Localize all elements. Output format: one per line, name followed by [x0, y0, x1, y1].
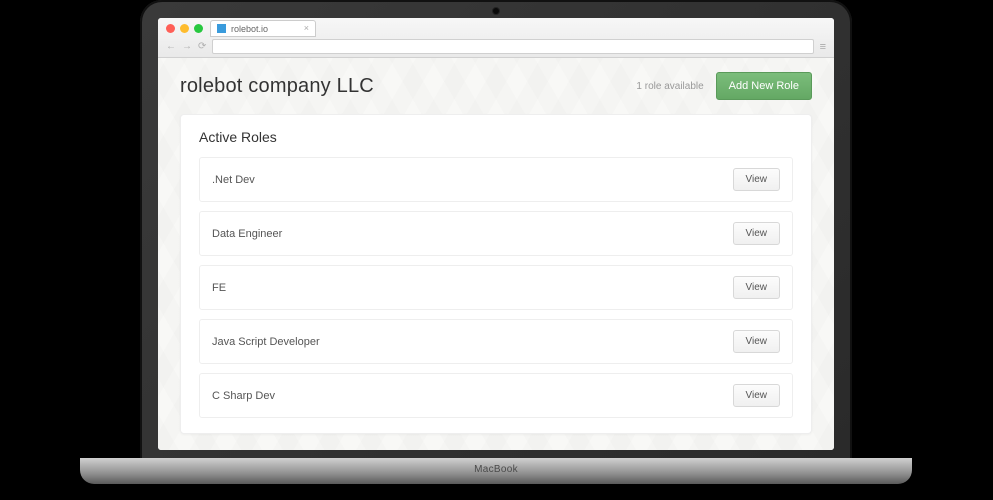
laptop-brand-label: MacBook [474, 464, 518, 475]
role-name: C Sharp Dev [212, 390, 275, 402]
favicon-icon [217, 24, 226, 33]
role-row: .Net Dev View [199, 157, 793, 202]
view-role-button[interactable]: View [733, 168, 781, 191]
minimize-window-icon[interactable] [180, 24, 189, 33]
close-window-icon[interactable] [166, 24, 175, 33]
role-name: Data Engineer [212, 228, 282, 240]
tab-title: rolebot.io [231, 24, 268, 34]
laptop-camera [493, 8, 499, 14]
role-name: FE [212, 282, 226, 294]
page-header: rolebot company LLC 1 role available Add… [180, 72, 812, 100]
laptop-frame: rolebot.io × ← → ⟳ ≡ rolebot company LLC… [140, 0, 852, 460]
laptop-base: MacBook [80, 458, 912, 484]
forward-icon[interactable]: → [182, 42, 192, 52]
page-content: rolebot company LLC 1 role available Add… [158, 58, 834, 450]
window-controls [166, 24, 203, 33]
back-icon[interactable]: ← [166, 42, 176, 52]
maximize-window-icon[interactable] [194, 24, 203, 33]
panel-title: Active Roles [199, 129, 793, 145]
role-name: .Net Dev [212, 174, 255, 186]
reload-icon[interactable]: ⟳ [198, 42, 206, 52]
role-row: Data Engineer View [199, 211, 793, 256]
tab-close-icon[interactable]: × [304, 24, 309, 33]
view-role-button[interactable]: View [733, 276, 781, 299]
laptop-screen: rolebot.io × ← → ⟳ ≡ rolebot company LLC… [158, 18, 834, 450]
browser-chrome: rolebot.io × ← → ⟳ ≡ [158, 18, 834, 58]
browser-tab[interactable]: rolebot.io × [210, 20, 316, 37]
role-row: Java Script Developer View [199, 319, 793, 364]
add-new-role-button[interactable]: Add New Role [716, 72, 812, 100]
view-role-button[interactable]: View [733, 384, 781, 407]
address-bar[interactable] [212, 39, 813, 54]
role-row: C Sharp Dev View [199, 373, 793, 418]
role-available-text: 1 role available [636, 81, 703, 92]
company-title: rolebot company LLC [180, 75, 374, 98]
browser-nav-row: ← → ⟳ ≡ [166, 38, 826, 55]
active-roles-panel: Active Roles .Net Dev View Data Engineer… [180, 114, 812, 434]
role-name: Java Script Developer [212, 336, 320, 348]
menu-icon[interactable]: ≡ [820, 41, 826, 53]
view-role-button[interactable]: View [733, 222, 781, 245]
role-row: FE View [199, 265, 793, 310]
view-role-button[interactable]: View [733, 330, 781, 353]
